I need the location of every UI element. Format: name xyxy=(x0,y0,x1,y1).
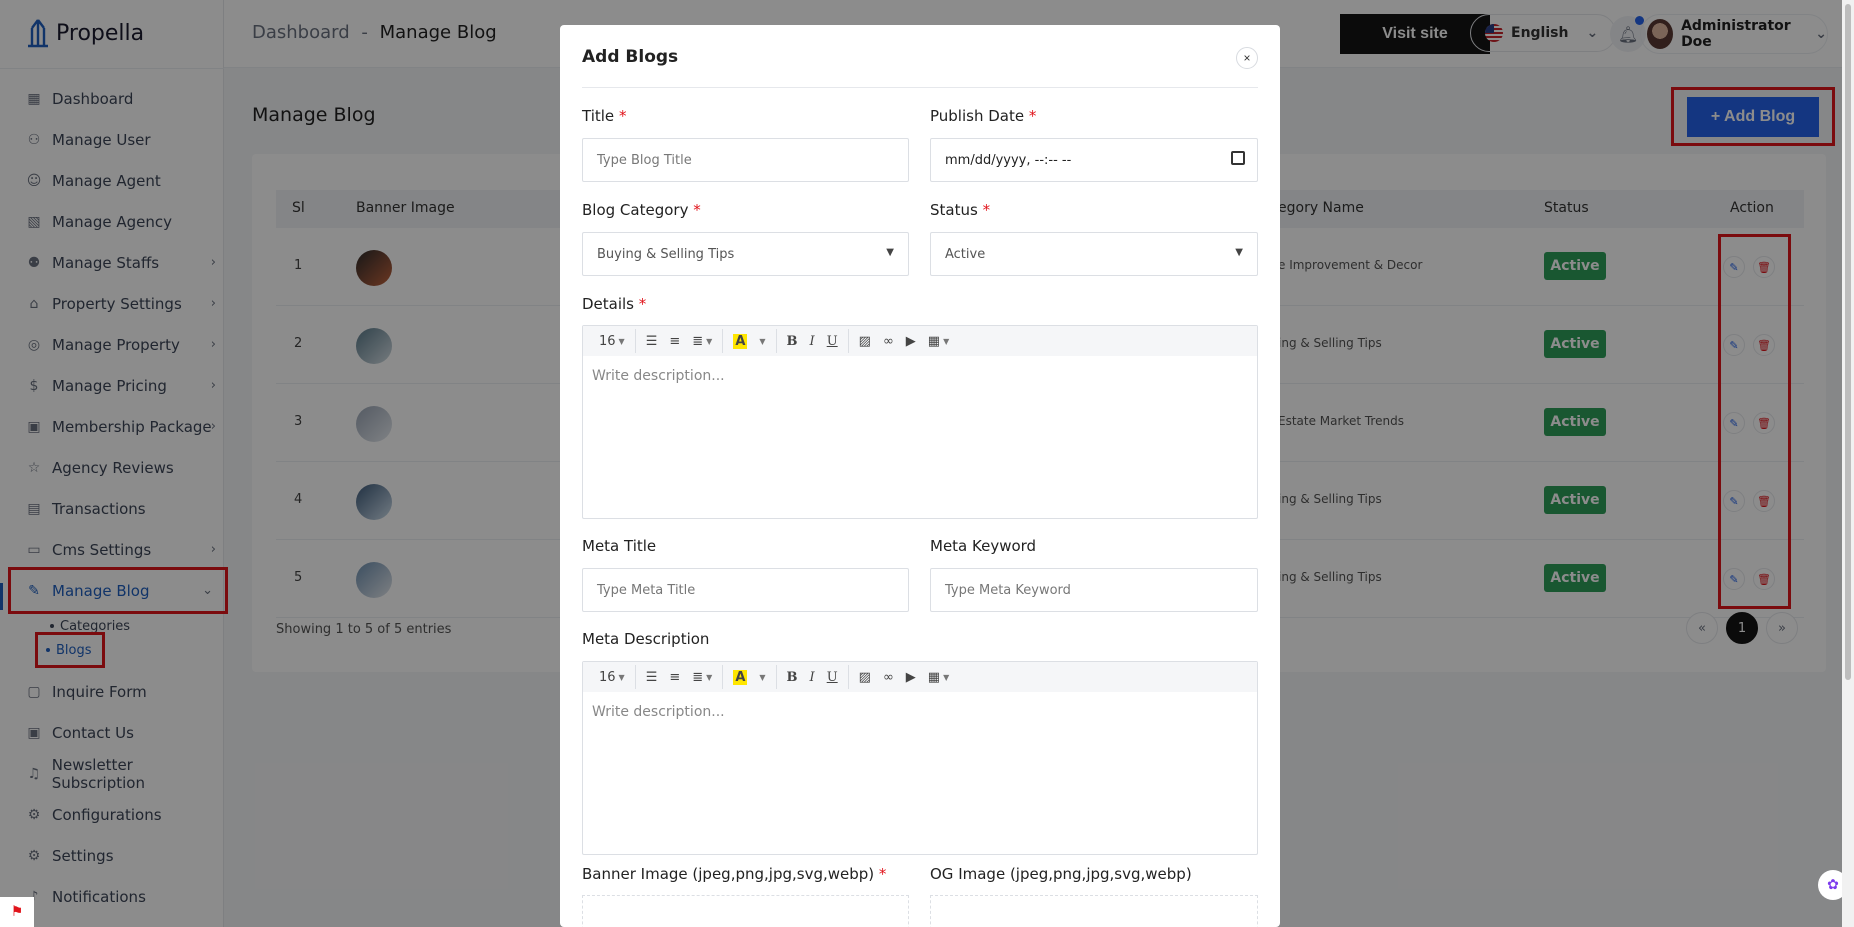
required-mark: * xyxy=(1028,107,1037,125)
caret-down-icon: ▼ xyxy=(886,247,894,258)
font-size-dropdown[interactable]: 16 ▼ xyxy=(593,330,631,352)
toolbar-separator xyxy=(847,665,849,689)
align-icon[interactable]: ≣ ▼ xyxy=(686,666,718,688)
toolbar-separator xyxy=(775,329,777,353)
meta-description-placeholder[interactable]: Write description... xyxy=(583,692,1257,732)
highlight-color-icon[interactable]: A xyxy=(727,666,753,688)
table-icon[interactable]: ▦ ▼ xyxy=(922,666,955,688)
status-select[interactable]: Active ▼ xyxy=(930,232,1258,276)
toolbar-separator xyxy=(634,329,636,353)
editor-toolbar: 16 ▼ ☰ ≡ ≣ ▼ A ▼ B I U ▨ ∞ ▶ ▦ ▼ xyxy=(583,326,1257,356)
add-blog-modal: Add Blogs × Title * Type Blog Title Publ… xyxy=(560,25,1280,927)
selected-status: Active xyxy=(945,246,986,262)
details-label: Details * xyxy=(582,295,646,313)
numbered-list-icon[interactable]: ≡ xyxy=(663,666,686,688)
meta-title-label: Meta Title xyxy=(582,537,657,555)
og-image-label: OG Image (jpeg,png,jpg,svg,webp) xyxy=(930,865,1192,883)
modal-title: Add Blogs xyxy=(582,47,679,67)
modal-divider xyxy=(582,87,1258,88)
font-size-value: 16 xyxy=(599,669,616,685)
banner-image-label: Banner Image (jpeg,png,jpg,svg,webp) * xyxy=(582,865,886,883)
video-icon[interactable]: ▶ xyxy=(900,330,922,352)
meta-title-input[interactable]: Type Meta Title xyxy=(582,568,909,612)
editor-toolbar: 16 ▼ ☰ ≡ ≣ ▼ A ▼ B I U ▨ ∞ ▶ ▦ ▼ xyxy=(583,662,1257,692)
calendar-icon[interactable] xyxy=(1231,151,1245,165)
blog-category-select[interactable]: Buying & Selling Tips ▼ xyxy=(582,232,909,276)
label-text: Blog Category xyxy=(582,201,689,219)
font-size-value: 16 xyxy=(599,333,616,349)
title-label: Title * xyxy=(582,107,626,125)
table-icon[interactable]: ▦ ▼ xyxy=(922,330,955,352)
status-label: Status * xyxy=(930,201,990,219)
title-placeholder: Type Blog Title xyxy=(597,152,692,168)
bold-icon[interactable]: B xyxy=(781,666,804,688)
caret-down-icon: ▼ xyxy=(618,336,625,346)
meta-description-editor: 16 ▼ ☰ ≡ ≣ ▼ A ▼ B I U ▨ ∞ ▶ ▦ ▼ Write desc… xyxy=(582,661,1258,855)
required-mark: * xyxy=(693,201,701,219)
meta-keyword-label: Meta Keyword xyxy=(930,537,1037,555)
toolbar-separator xyxy=(722,329,724,353)
underline-icon[interactable]: U xyxy=(821,330,844,352)
label-text: Publish Date xyxy=(930,107,1025,125)
title-input[interactable]: Type Blog Title xyxy=(582,138,909,182)
meta-title-placeholder: Type Meta Title xyxy=(597,582,696,598)
caret-down-icon: ▼ xyxy=(618,672,625,682)
meta-keyword-input[interactable]: Type Meta Keyword xyxy=(930,568,1258,612)
bullet-list-icon[interactable]: ☰ xyxy=(640,666,664,688)
close-icon[interactable]: × xyxy=(1236,47,1258,69)
blog-category-label: Blog Category * xyxy=(582,201,701,219)
publish-date-input[interactable]: mm/dd/yyyy, --:-- -- xyxy=(930,138,1258,182)
details-placeholder[interactable]: Write description... xyxy=(583,356,1257,396)
highlight-color-icon[interactable]: A xyxy=(727,330,753,352)
underline-icon[interactable]: U xyxy=(821,666,844,688)
label-text: Status xyxy=(930,201,978,219)
debug-icon[interactable]: ⚑ xyxy=(0,897,34,927)
banner-image-upload[interactable] xyxy=(582,895,909,927)
toolbar-separator xyxy=(634,665,636,689)
publish-date-placeholder: mm/dd/yyyy, --:-- -- xyxy=(945,152,1072,168)
details-editor: 16 ▼ ☰ ≡ ≣ ▼ A ▼ B I U ▨ ∞ ▶ ▦ ▼ Write desc… xyxy=(582,325,1258,519)
image-icon[interactable]: ▨ xyxy=(853,666,877,688)
scrollbar-thumb[interactable] xyxy=(1845,4,1851,680)
bullet-list-icon[interactable]: ☰ xyxy=(640,330,664,352)
highlight-caret-icon[interactable]: ▼ xyxy=(753,666,771,688)
link-icon[interactable]: ∞ xyxy=(877,666,900,688)
numbered-list-icon[interactable]: ≡ xyxy=(663,330,686,352)
align-icon[interactable]: ≣ ▼ xyxy=(686,330,718,352)
label-text: Details xyxy=(582,295,635,313)
required-mark: * xyxy=(618,107,627,125)
toolbar-separator xyxy=(847,329,849,353)
publish-date-label: Publish Date * xyxy=(930,107,1036,125)
font-size-dropdown[interactable]: 16 ▼ xyxy=(593,666,631,688)
link-icon[interactable]: ∞ xyxy=(877,330,900,352)
selected-category: Buying & Selling Tips xyxy=(597,246,735,262)
highlight-caret-icon[interactable]: ▼ xyxy=(753,330,771,352)
required-mark: * xyxy=(878,865,887,883)
video-icon[interactable]: ▶ xyxy=(900,666,922,688)
caret-down-icon: ▼ xyxy=(1235,247,1243,258)
page-scrollbar[interactable] xyxy=(1842,0,1854,927)
required-mark: * xyxy=(638,295,647,313)
italic-icon[interactable]: I xyxy=(804,666,821,688)
og-image-upload[interactable] xyxy=(930,895,1258,927)
meta-keyword-placeholder: Type Meta Keyword xyxy=(945,582,1071,598)
meta-description-label: Meta Description xyxy=(582,630,710,648)
required-mark: * xyxy=(982,201,991,219)
label-text: Title xyxy=(582,107,615,125)
label-text: Banner Image (jpeg,png,jpg,svg,webp) xyxy=(582,865,875,883)
toolbar-separator xyxy=(722,665,724,689)
italic-icon[interactable]: I xyxy=(804,330,821,352)
image-icon[interactable]: ▨ xyxy=(853,330,877,352)
bold-icon[interactable]: B xyxy=(781,330,804,352)
toolbar-separator xyxy=(775,665,777,689)
